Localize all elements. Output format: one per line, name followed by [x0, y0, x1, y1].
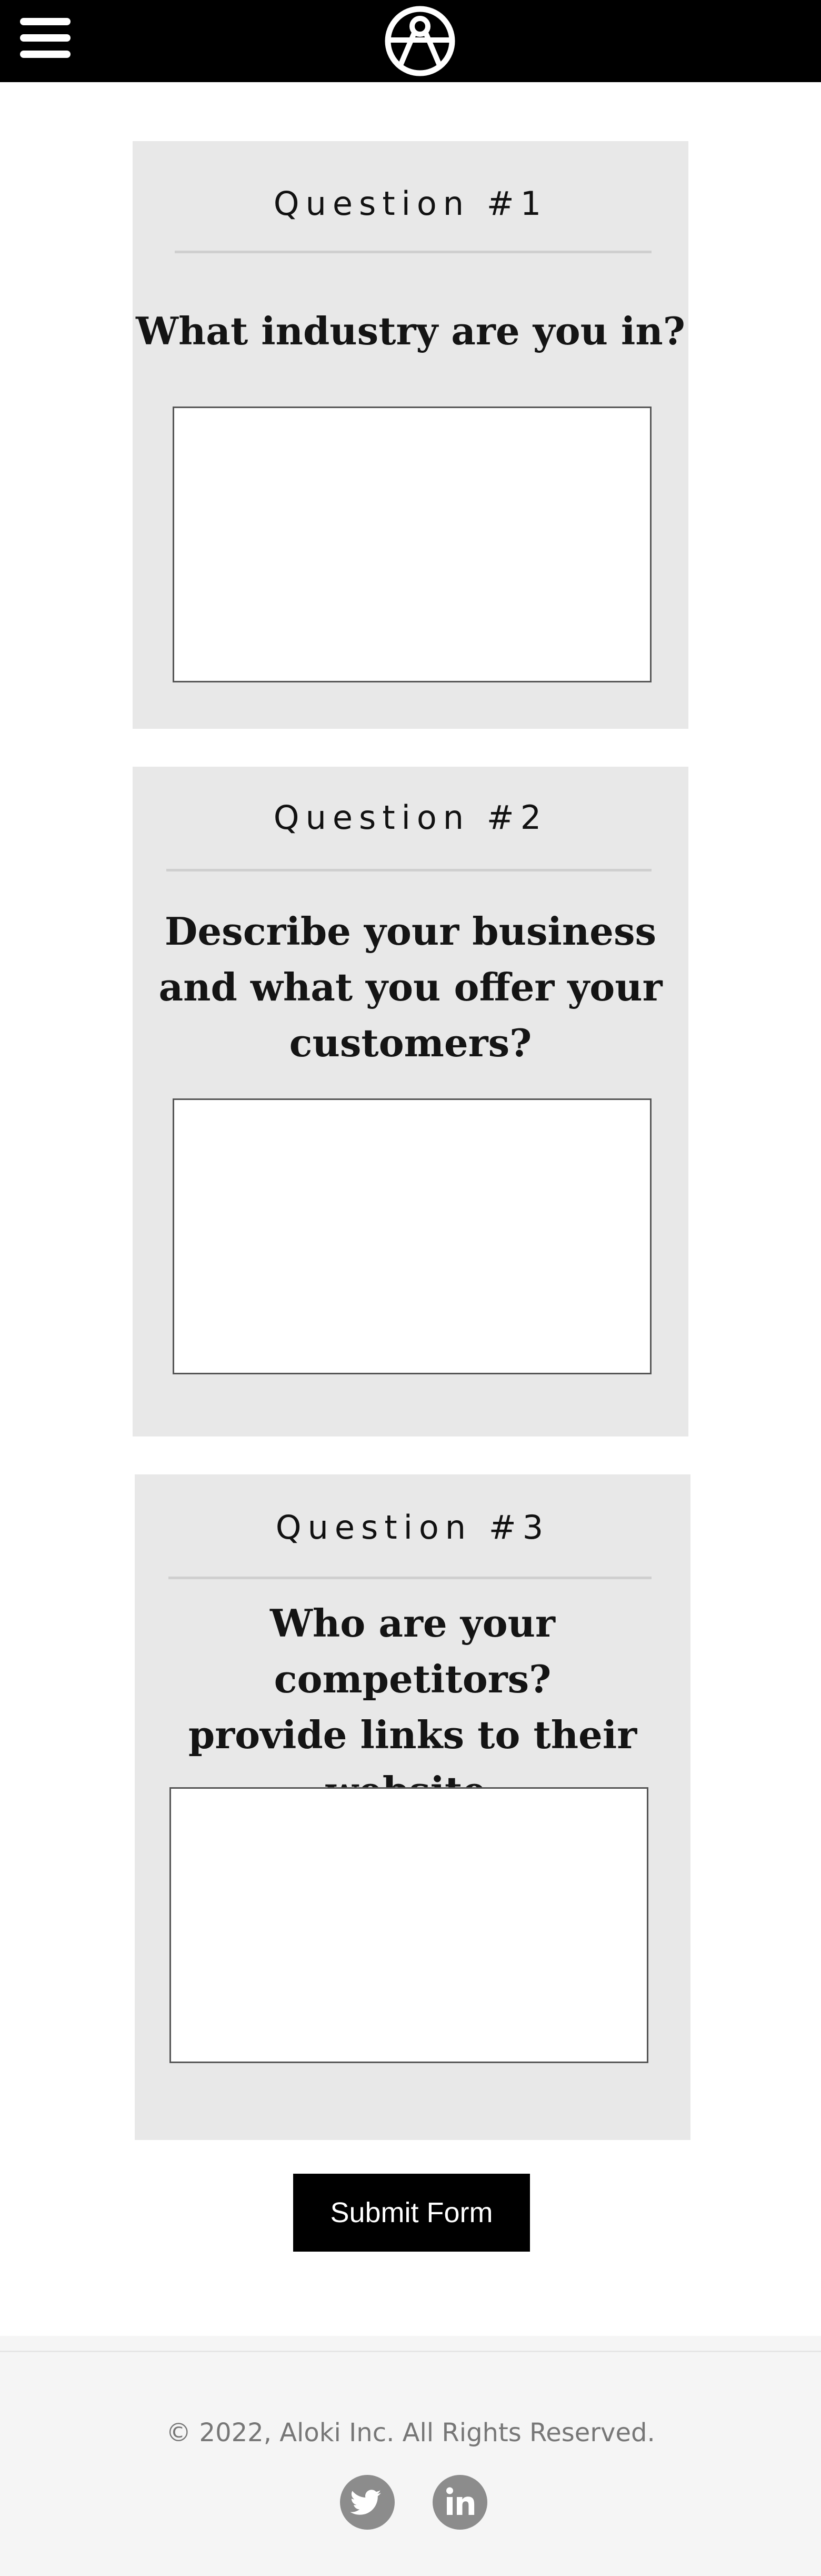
question-text-line: provide links to their: [188, 1712, 637, 1757]
divider: [168, 1577, 652, 1579]
question-text-line: customers?: [289, 1021, 532, 1065]
site-header: [0, 0, 821, 82]
answer-textarea[interactable]: [173, 1098, 652, 1374]
question-label: Question #2: [273, 798, 548, 837]
answer-textarea[interactable]: [169, 1787, 648, 2063]
question-text-line: What industry are you in?: [136, 309, 685, 353]
copyright-text: © 2022, Aloki Inc. All Rights Reserved.: [166, 2418, 655, 2448]
site-footer: © 2022, Aloki Inc. All Rights Reserved.: [0, 2336, 821, 2576]
divider: [166, 869, 652, 871]
aloki-logo-icon[interactable]: [384, 5, 456, 77]
submit-form-button[interactable]: Submit Form: [293, 2174, 530, 2252]
question-card-1: Question #1 What industry are you in?: [133, 141, 688, 729]
question-text: Who are your competitors? provide links …: [135, 1596, 690, 1819]
question-text: What industry are you in?: [133, 303, 688, 359]
footer-divider: [0, 2351, 821, 2352]
linkedin-icon[interactable]: [433, 2475, 487, 2530]
question-text: Describe your business and what you offe…: [133, 904, 688, 1071]
question-label: Question #1: [273, 184, 548, 223]
twitter-icon[interactable]: [340, 2475, 395, 2530]
question-text-line: Describe your business: [164, 909, 657, 954]
answer-textarea[interactable]: [173, 407, 652, 682]
divider: [175, 251, 652, 253]
question-text-line: and what you offer your: [158, 965, 663, 1009]
question-card-3: Question #3 Who are your competitors? pr…: [135, 1474, 690, 2140]
question-text-line: Who are your competitors?: [270, 1601, 555, 1701]
question-label: Question #3: [275, 1508, 550, 1547]
hamburger-menu-icon[interactable]: [20, 18, 71, 58]
question-card-2: Question #2 Describe your business and w…: [133, 767, 688, 1436]
